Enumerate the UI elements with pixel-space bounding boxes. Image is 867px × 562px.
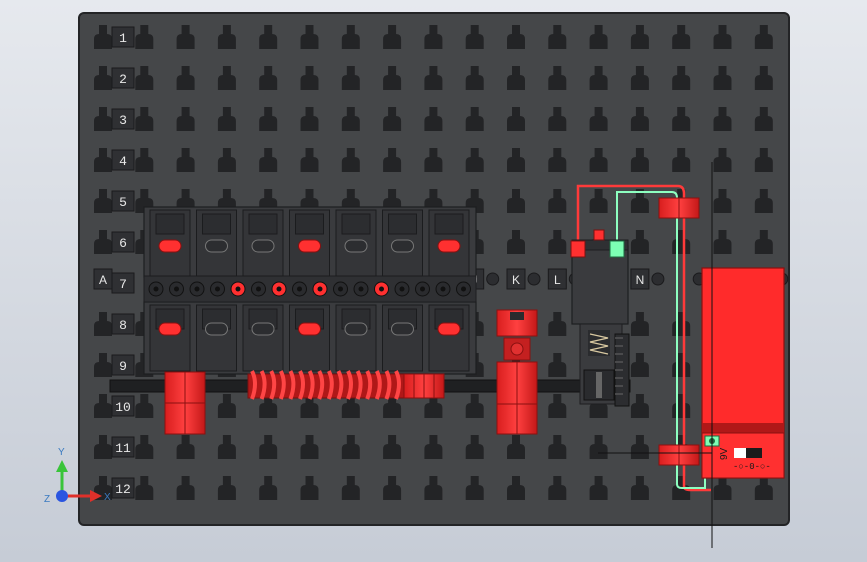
axle-bearing-hole	[276, 286, 282, 292]
row-label: 10	[115, 400, 131, 415]
gear-slot	[158, 239, 182, 253]
axle-bearing-hole	[317, 286, 323, 292]
axle-bearing-hole	[194, 286, 200, 292]
cad-viewport[interactable]: 123456789101112 AJKLN	[0, 0, 867, 562]
red-terminal[interactable]	[570, 240, 586, 258]
gear-block-cap	[155, 213, 185, 235]
gear-slot	[344, 322, 368, 336]
motor-unit[interactable]	[570, 229, 630, 407]
column-label: L	[554, 273, 561, 287]
gear-slot	[391, 322, 414, 336]
axle-bearing-hole	[153, 286, 159, 292]
gear-slot	[437, 239, 461, 253]
axle-bearing-hole	[461, 286, 466, 292]
axle-bearing-hole	[379, 286, 384, 292]
axle-bearing-hole	[399, 286, 405, 292]
axle-bearing-hole	[338, 286, 343, 292]
gear-slot	[391, 239, 414, 253]
gear-slot	[437, 322, 461, 336]
red-connector-lower[interactable]	[658, 444, 700, 466]
triad-z-label: Z	[44, 494, 50, 505]
column-label: A	[99, 273, 107, 287]
battery-voltage-label: 9V	[719, 447, 730, 460]
row-label: 11	[115, 441, 131, 456]
worm-gear[interactable]	[247, 370, 405, 400]
row-label: 7	[119, 277, 127, 292]
red-coupling-block[interactable]	[496, 309, 538, 435]
triad-x-label: X	[104, 492, 111, 503]
red-clamp-right[interactable]	[403, 373, 445, 399]
row-label: 5	[119, 195, 127, 210]
gearbox-assembly[interactable]	[143, 206, 477, 375]
battery-pack[interactable]: 9V -○-0-○-	[701, 267, 785, 479]
peg-hole	[486, 272, 500, 286]
gear-slot	[251, 322, 275, 336]
gear-slot	[344, 239, 368, 253]
gear-block-cap	[202, 213, 231, 235]
row-label: 2	[119, 72, 127, 87]
peg-hole	[651, 272, 665, 286]
triad-y-label: Y	[58, 447, 65, 458]
gear-slot	[158, 322, 182, 336]
axle-bearing-hole	[256, 286, 261, 292]
axle-bearing-hole	[297, 286, 302, 292]
gear-slot	[298, 239, 321, 253]
row-label: 3	[119, 113, 127, 128]
axle-bearing-hole	[358, 286, 364, 292]
red-connector-upper[interactable]	[658, 197, 700, 219]
red-clamp-left[interactable]	[164, 371, 206, 435]
row-label: 4	[119, 154, 127, 169]
row-label: 1	[119, 31, 127, 46]
axle-bearing-hole	[440, 286, 446, 292]
gear-slot	[205, 239, 228, 253]
gear-block-cap	[295, 213, 324, 235]
axle-bearing-hole	[174, 286, 179, 292]
row-label: 12	[115, 482, 131, 497]
gear-block-cap	[434, 213, 464, 235]
gear-block-cap	[248, 213, 278, 235]
row-label: 9	[119, 359, 127, 374]
gear-block-cap	[341, 213, 371, 235]
gear-slot	[251, 239, 275, 253]
gear-slot	[298, 322, 321, 336]
peg-hole	[527, 272, 541, 286]
gear-block-cap	[388, 213, 417, 235]
row-label: 6	[119, 236, 127, 251]
column-label: K	[512, 273, 520, 287]
axle-bearing-hole	[235, 286, 241, 292]
axle-bearing-hole	[215, 286, 220, 292]
green-terminal[interactable]	[609, 240, 625, 258]
gear-slot	[205, 322, 228, 336]
battery-symbol-label: -○-0-○-	[733, 462, 771, 472]
axle-bearing-hole	[420, 286, 425, 292]
column-label: N	[636, 273, 645, 287]
row-label: 8	[119, 318, 127, 333]
